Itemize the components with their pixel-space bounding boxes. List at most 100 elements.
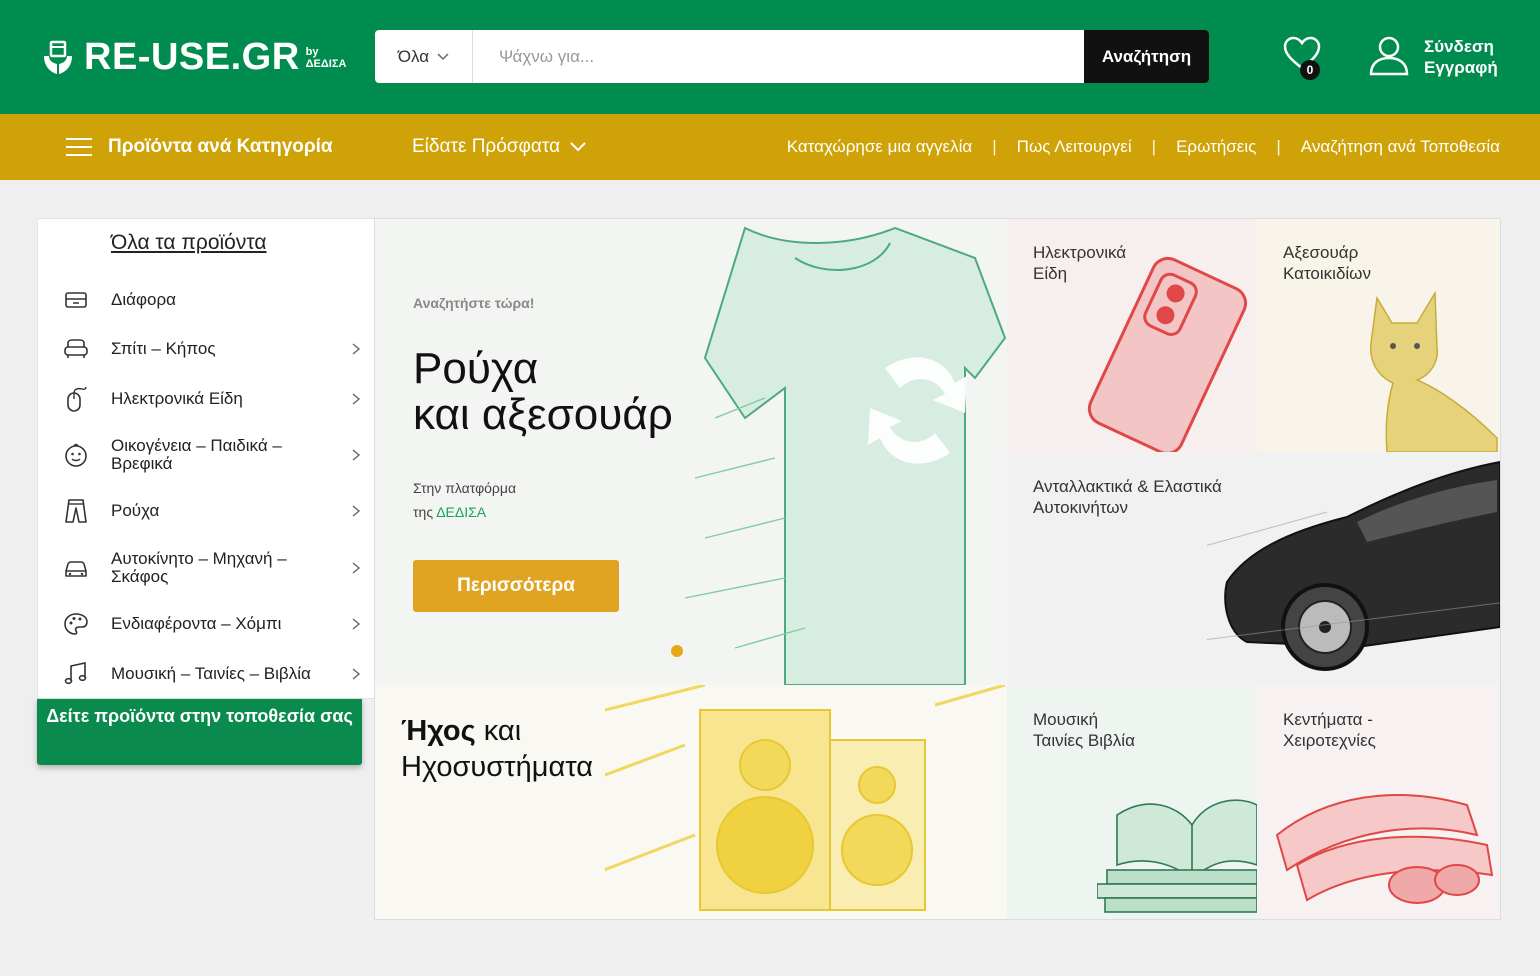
car-icon xyxy=(65,561,87,577)
logo-by: by xyxy=(305,46,319,58)
hamburger-icon xyxy=(66,138,92,156)
tile-sound-systems[interactable]: Ήχος και Ηχοσυστήματα xyxy=(375,685,1007,919)
chevron-down-icon xyxy=(570,142,586,152)
hero-title-line2: και αξεσουάρ xyxy=(413,390,673,439)
sidebar-item-electronics[interactable]: Ηλεκτρονικά Είδη xyxy=(38,384,374,414)
nav-link-post-ad[interactable]: Καταχώρησε μια αγγελία xyxy=(787,137,973,157)
search-input[interactable] xyxy=(473,30,1084,83)
hero-sub-prefix: της xyxy=(413,504,434,520)
sidebar-item-label: Αυτοκίνητο – Μηχανή – Σκάφος xyxy=(111,549,287,586)
sidebar-item-home-garden[interactable]: Σπίτι – Κήπος xyxy=(38,334,374,364)
sidebar-item-clothes[interactable]: Ρούχα xyxy=(38,496,374,526)
chevron-right-icon xyxy=(352,393,361,405)
main-nav: Προϊόντα ανά Κατηγορία Είδατε Πρόσφατα Κ… xyxy=(0,114,1540,180)
music-note-icon xyxy=(64,662,87,685)
register-link[interactable]: Εγγραφή xyxy=(1424,57,1498,78)
logo-byline: by ΔΕΔΙΣΑ xyxy=(306,46,347,70)
hero-sub-line1: Στην πλατφόρμα xyxy=(413,480,517,496)
baby-face-icon xyxy=(65,443,87,467)
tile-electronics[interactable]: Ηλεκτρονικά Είδη xyxy=(1007,218,1257,452)
wishlist-button[interactable]: 0 xyxy=(1282,34,1322,82)
chevron-right-icon xyxy=(352,668,361,680)
cat-illustration xyxy=(1369,290,1498,452)
sidebar-item-label: Ρούχα xyxy=(111,501,160,520)
nav-separator: | xyxy=(1151,137,1157,156)
tile-music-books[interactable]: Μουσική Ταινίες Βιβλία xyxy=(1007,685,1257,919)
tile-label: Ανταλλακτικά & Ελαστικά Αυτοκινήτων xyxy=(1033,477,1222,517)
sidebar-item-vehicles[interactable]: Αυτοκίνητο – Μηχανή – Σκάφος xyxy=(38,546,374,590)
nav-links: Καταχώρησε μια αγγελία | Πως Λειτουργεί … xyxy=(787,114,1500,180)
logo-org: ΔΕΔΙΣΑ xyxy=(305,58,347,70)
nav-separator: | xyxy=(992,137,997,156)
location-products-button[interactable]: Δείτε προϊόντα στην τοποθεσία σας xyxy=(37,699,362,765)
search-category-value: Όλα xyxy=(397,46,430,66)
sewing-illustration xyxy=(1275,794,1494,904)
chevron-right-icon xyxy=(352,449,361,461)
category-sidebar: Όλα τα προϊόντα Διάφορα Σπίτι – Κήπος Ηλ… xyxy=(37,218,375,699)
sidebar-item-label: Σπίτι – Κήπος xyxy=(111,339,216,358)
site-logo[interactable]: RE-USE.GR by ΔΕΔΙΣΑ xyxy=(40,34,346,80)
nav-link-how-it-works[interactable]: Πως Λειτουργεί xyxy=(1017,137,1132,157)
sound-title-rest2: Ηχοσυστήματα xyxy=(401,751,594,783)
palette-icon xyxy=(64,613,88,635)
recently-viewed-label: Είδατε Πρόσφατα xyxy=(412,136,561,157)
account-links: Σύνδεση Εγγραφή xyxy=(1424,36,1498,78)
chevron-right-icon xyxy=(352,343,361,355)
tile-label: Ηλεκτρονικά Είδη xyxy=(1033,243,1127,283)
chevron-down-icon xyxy=(437,52,449,60)
trousers-icon xyxy=(65,499,87,523)
nav-separator: | xyxy=(1276,137,1281,156)
sidebar-item-misc[interactable]: Διάφορα xyxy=(38,285,374,315)
search-button[interactable]: Αναζήτηση xyxy=(1084,30,1209,83)
sidebar-item-label: Διάφορα xyxy=(111,290,176,309)
all-products-link[interactable]: Όλα τα προϊόντα xyxy=(111,231,267,255)
logo-text: RE-USE.GR xyxy=(84,36,300,78)
hero-slide: Αναζητήστε τώρα! Ρούχα και αξεσουάρ Στην… xyxy=(375,218,1007,685)
sidebar-item-label: Οικογένεια – Παιδικά – Βρεφικά xyxy=(111,436,282,473)
hero-sub-line2: της ΔΕΔΙΣΑ xyxy=(413,500,516,524)
recycle-hands-logo-icon xyxy=(44,40,72,74)
hero-subtitle: Στην πλατφόρμα της ΔΕΔΙΣΑ xyxy=(413,476,516,524)
tile-label: Μουσική Ταινίες Βιβλία xyxy=(1033,710,1135,750)
hero-title: Ρούχα και αξεσουάρ xyxy=(413,346,673,438)
top-header: RE-USE.GR by ΔΕΔΙΣΑ Όλα Αναζήτηση 0 Σύνδ… xyxy=(0,0,1540,114)
tile-label: Αξεσουάρ Κατοικιδίων xyxy=(1283,243,1371,283)
categories-menu-button[interactable]: Προϊόντα ανά Κατηγορία xyxy=(66,114,333,180)
search-category-select[interactable]: Όλα xyxy=(375,30,473,83)
hero-more-button[interactable]: Περισσότερα xyxy=(413,560,619,612)
sidebar-item-music-books[interactable]: Μουσική – Ταινίες – Βιβλία xyxy=(38,659,374,689)
sidebar-item-hobbies[interactable]: Ενδιαφέροντα – Χόμπι xyxy=(38,609,374,639)
tshirt-recycle-illustration xyxy=(684,226,1007,685)
car-illustration xyxy=(1207,460,1500,671)
mouse-icon xyxy=(67,386,87,412)
wishlist-count-badge: 0 xyxy=(1300,60,1320,80)
tile-car-parts[interactable]: Ανταλλακτικά & Ελαστικά Αυτοκινήτων xyxy=(1007,452,1500,685)
nav-link-faq[interactable]: Ερωτήσεις xyxy=(1176,137,1256,157)
carousel-dot[interactable] xyxy=(671,645,683,657)
categories-menu-label: Προϊόντα ανά Κατηγορία xyxy=(108,136,333,157)
hero-kicker: Αναζητήστε τώρα! xyxy=(413,295,535,311)
armchair-icon xyxy=(64,339,88,358)
sound-title-bold: Ήχος xyxy=(401,715,476,747)
sidebar-item-label: Ενδιαφέροντα – Χόμπι xyxy=(111,614,282,633)
login-link[interactable]: Σύνδεση xyxy=(1424,36,1498,57)
user-icon[interactable] xyxy=(1368,34,1410,76)
tile-pets[interactable]: Αξεσουάρ Κατοικιδίων xyxy=(1257,218,1500,452)
sidebar-item-family-kids[interactable]: Οικογένεια – Παιδικά – Βρεφικά xyxy=(38,433,374,477)
hero-sub-brand: ΔΕΔΙΣΑ xyxy=(436,504,487,520)
sound-title-rest1: και xyxy=(483,715,522,747)
books-illustration xyxy=(1097,799,1257,913)
box-icon xyxy=(65,292,87,308)
tile-crafts[interactable]: Κεντήματα - Χειροτεχνίες xyxy=(1257,685,1500,919)
chevron-right-icon xyxy=(352,505,361,517)
sound-tile-title: Ήχος και Ηχοσυστήματα xyxy=(401,713,593,785)
recently-viewed-dropdown[interactable]: Είδατε Πρόσφατα xyxy=(412,114,586,180)
sidebar-item-label: Ηλεκτρονικά Είδη xyxy=(111,389,243,408)
hero-title-line1: Ρούχα xyxy=(413,344,539,393)
chevron-right-icon xyxy=(352,562,361,574)
sidebar-item-label: Μουσική – Ταινίες – Βιβλία xyxy=(111,664,311,683)
chevron-right-icon xyxy=(352,618,361,630)
search-bar: Όλα Αναζήτηση xyxy=(375,30,1209,83)
speakers-illustration xyxy=(605,685,1006,911)
nav-link-search-location[interactable]: Αναζήτηση ανά Τοποθεσία xyxy=(1301,137,1500,157)
